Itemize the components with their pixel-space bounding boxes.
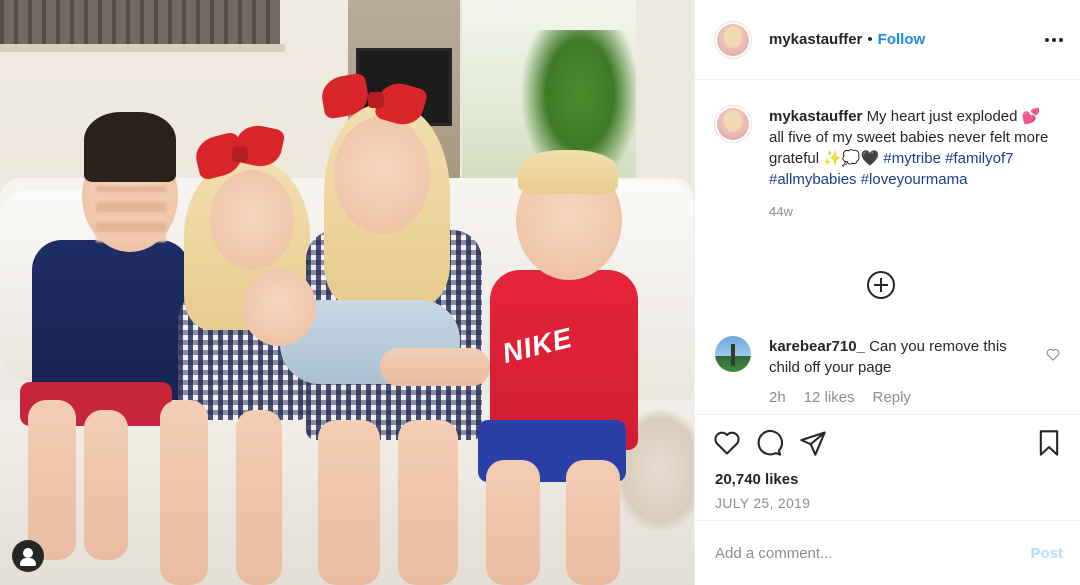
caption-age[interactable]: 44w — [769, 201, 1059, 222]
post-caption: mykastauffer My heart just exploded 💕 al… — [715, 106, 1065, 222]
load-more-comments-icon[interactable] — [867, 271, 895, 299]
caption-username[interactable]: mykastauffer — [769, 108, 862, 125]
blurred-face — [96, 186, 166, 242]
add-comment-input[interactable] — [715, 544, 1031, 562]
comment-item: karebear710_ Can you remove this child o… — [715, 336, 1065, 408]
post-photo[interactable]: NIKE — [0, 0, 694, 585]
send-icon[interactable] — [799, 429, 827, 457]
background-railing — [0, 0, 280, 48]
comment-icon[interactable] — [755, 429, 783, 457]
leg — [566, 460, 620, 585]
hashtag-link[interactable]: #loveyourmama — [861, 171, 968, 188]
follow-button[interactable]: Follow — [878, 31, 926, 48]
face — [210, 170, 294, 270]
baby-leg — [380, 348, 490, 386]
leg — [318, 420, 380, 585]
dark-hair — [84, 112, 176, 182]
bookmark-icon[interactable] — [1035, 429, 1063, 457]
tagged-people-icon[interactable] — [12, 540, 44, 572]
more-options-icon[interactable] — [1043, 30, 1065, 50]
leg — [28, 400, 76, 560]
author-username[interactable]: mykastauffer — [769, 31, 862, 48]
red-bow-knot — [232, 146, 248, 162]
leg — [84, 410, 128, 560]
post-comment-button[interactable]: Post — [1030, 545, 1063, 562]
post-date[interactable]: JULY 25, 2019 — [715, 495, 810, 511]
commenter-username[interactable]: karebear710_ — [769, 338, 865, 355]
post-header: mykastauffer • Follow — [695, 0, 1080, 80]
navy-shirt — [32, 240, 190, 400]
commenter-avatar[interactable] — [715, 336, 751, 372]
post-side-panel: mykastauffer • Follow mykastauffer My he… — [694, 0, 1080, 585]
header-separator: • — [867, 31, 873, 48]
caption-avatar[interactable] — [715, 106, 751, 142]
hashtag-link[interactable]: #allmybabies — [769, 171, 857, 188]
red-bow-knot — [368, 92, 384, 108]
comment-like-heart-icon[interactable] — [1046, 348, 1060, 361]
background-railing-cap — [0, 44, 285, 52]
likes-count[interactable]: 20,740 likes — [715, 471, 798, 488]
face — [334, 116, 430, 234]
blond-hair — [518, 150, 618, 194]
baby-face — [242, 268, 316, 346]
hashtag-link[interactable]: #familyof7 — [945, 150, 1013, 167]
comment-reply-button[interactable]: Reply — [873, 387, 911, 408]
post-actions: 20,740 likes JULY 25, 2019 — [695, 414, 1080, 520]
caption-end-emoji: ✨💭🖤 — [823, 150, 880, 167]
leg — [486, 460, 540, 585]
leg — [398, 420, 458, 585]
comment-time[interactable]: 2h — [769, 387, 786, 408]
caption-heart-emoji: 💕 — [1021, 108, 1041, 125]
caption-text-start: My heart just exploded — [866, 108, 1018, 125]
add-comment-bar: Post — [695, 520, 1080, 585]
leg — [236, 410, 282, 585]
hashtag-link[interactable]: #mytribe — [883, 150, 941, 167]
leg — [160, 400, 208, 585]
author-avatar[interactable] — [715, 21, 751, 58]
comment-likes[interactable]: 12 likes — [804, 387, 855, 408]
heart-icon[interactable] — [713, 429, 741, 457]
